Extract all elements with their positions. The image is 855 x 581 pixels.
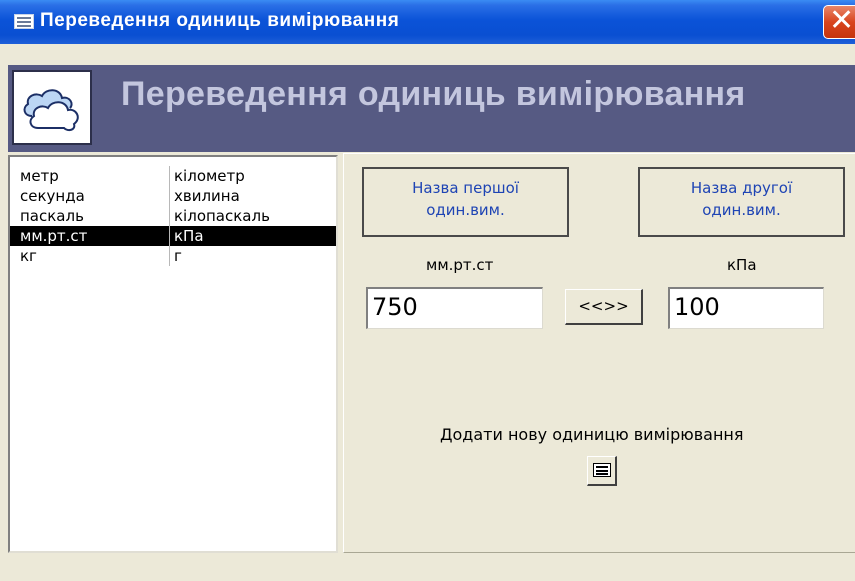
form-icon xyxy=(14,14,34,29)
second-unit-cell: г xyxy=(174,247,182,265)
column-divider xyxy=(169,246,170,266)
page-title: Переведення одиниць вимірювання xyxy=(121,75,746,113)
first-value-field[interactable] xyxy=(366,287,543,329)
first-unit-label: мм.рт.ст xyxy=(426,256,494,274)
swap-button[interactable]: <<>> xyxy=(565,289,643,325)
add-unit-button[interactable] xyxy=(587,456,617,486)
first-unit-name-text: Назва першої один.вим. xyxy=(412,179,519,219)
first-unit-cell: паскаль xyxy=(20,207,84,225)
second-unit-cell: кПа xyxy=(174,227,204,245)
second-unit-label: кПа xyxy=(727,256,757,274)
first-unit-cell: мм.рт.ст xyxy=(20,227,88,245)
add-unit-label: Додати нову одиницю вимірювання xyxy=(440,425,744,444)
window-title: Переведення одиниць вимірювання xyxy=(40,10,400,31)
second-unit-cell: кілометр xyxy=(174,167,245,185)
second-value-field[interactable] xyxy=(668,287,824,329)
list-item[interactable]: паскаль кілопаскаль xyxy=(10,206,336,226)
list-item[interactable]: кг г xyxy=(10,246,336,266)
form-header: Переведення одиниць вимірювання xyxy=(8,65,855,152)
list-item[interactable]: секунда хвилина xyxy=(10,186,336,206)
close-button[interactable]: ✕ xyxy=(823,5,855,39)
column-divider xyxy=(169,166,170,186)
first-unit-cell: секунда xyxy=(20,187,85,205)
column-divider xyxy=(169,226,170,246)
second-unit-cell: хвилина xyxy=(174,187,240,205)
list-item[interactable]: метр кілометр xyxy=(10,166,336,186)
title-bar: Переведення одиниць вимірювання ✕ xyxy=(0,0,855,44)
second-value-input[interactable] xyxy=(674,289,823,325)
first-unit-cell: кг xyxy=(20,247,37,265)
form-icon xyxy=(593,463,611,477)
first-unit-name-label: Назва першої один.вим. xyxy=(362,167,569,237)
first-value-input[interactable] xyxy=(372,289,542,325)
second-unit-name-text: Назва другої один.вим. xyxy=(690,179,793,219)
column-divider xyxy=(169,186,170,206)
second-unit-cell: кілопаскаль xyxy=(174,207,270,225)
first-unit-cell: метр xyxy=(20,167,59,185)
second-unit-name-label: Назва другої один.вим. xyxy=(638,167,845,237)
units-listbox[interactable]: метр кілометр секунда хвилина паскаль кілопас… xyxy=(8,155,338,553)
list-item[interactable]: мм.рт.ст кПа xyxy=(10,226,336,246)
cloud-icon xyxy=(12,70,92,145)
column-divider xyxy=(169,206,170,226)
